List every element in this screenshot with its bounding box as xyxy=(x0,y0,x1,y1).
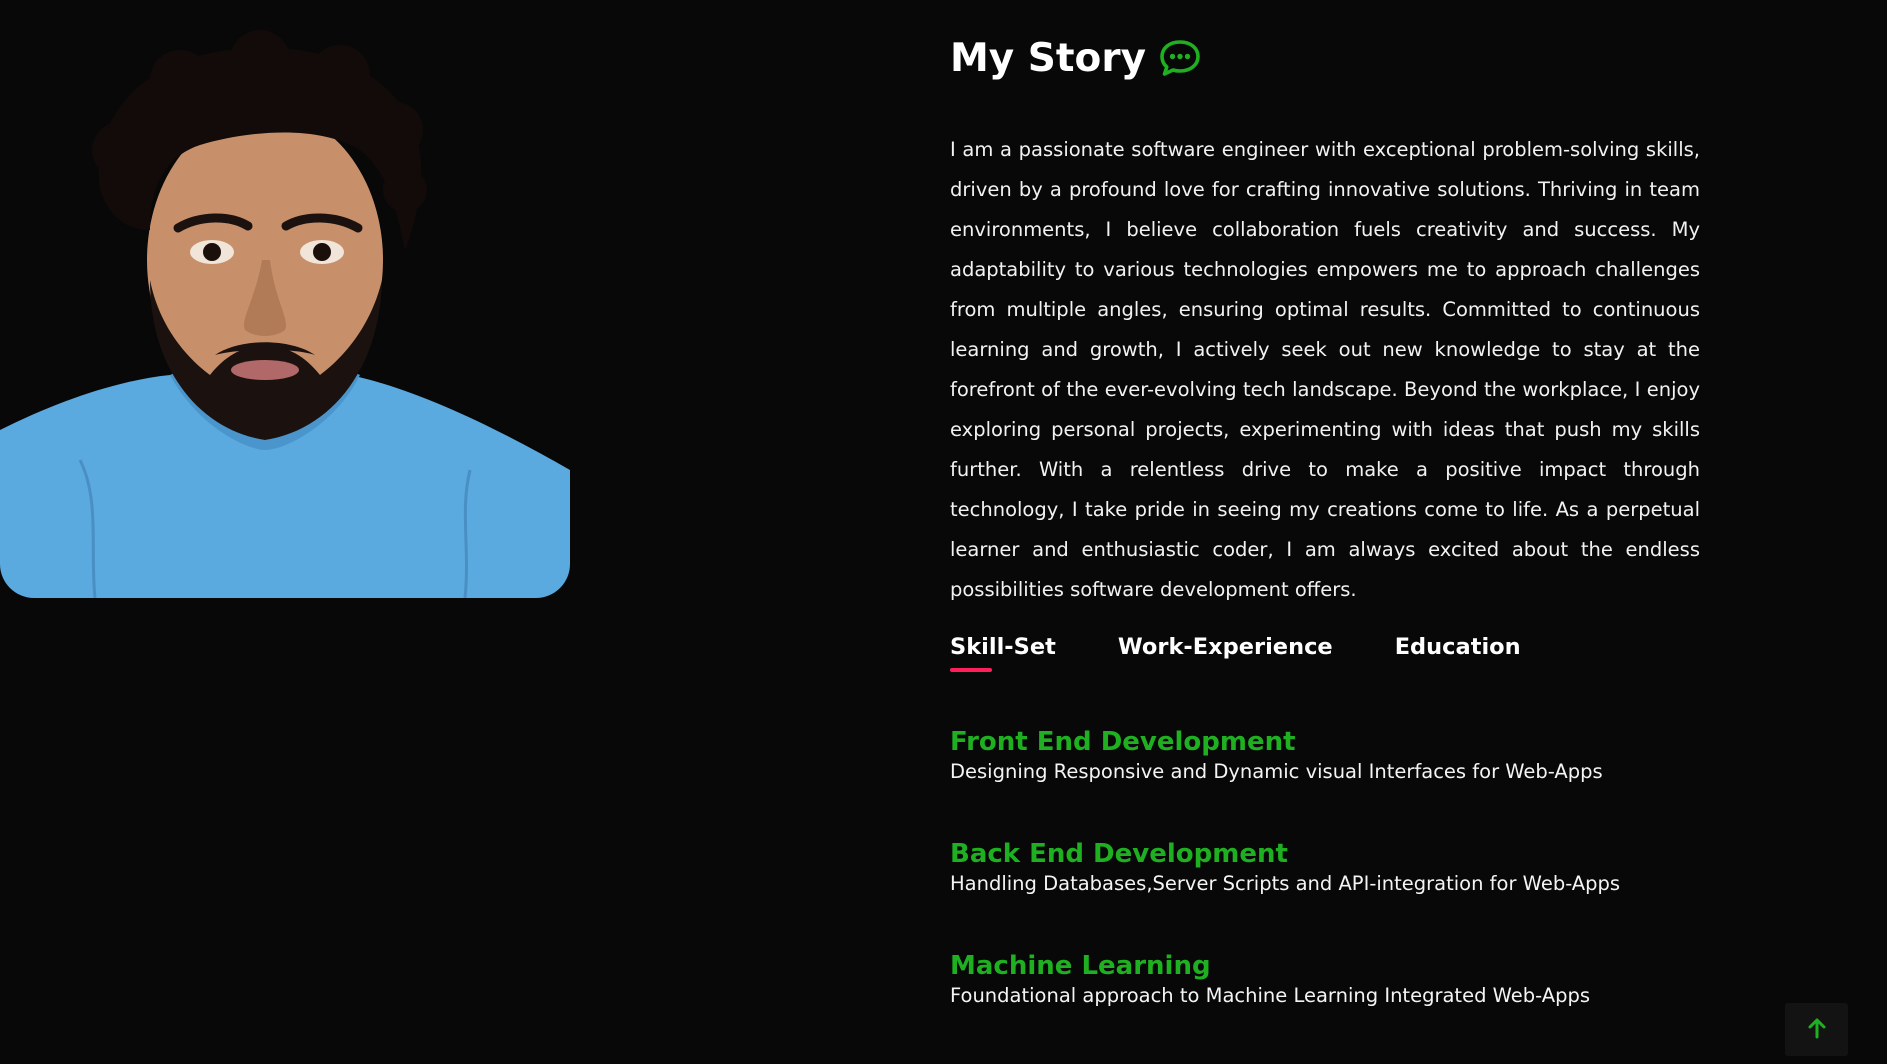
skills-list: Front End Development Designing Responsi… xyxy=(950,726,1700,1010)
tab-education[interactable]: Education xyxy=(1395,630,1521,680)
skill-item: Back End Development Handling Databases,… xyxy=(950,838,1700,898)
back-to-top-button[interactable] xyxy=(1785,1003,1848,1056)
skill-title: Machine Learning xyxy=(950,950,1211,981)
story-heading: My Story xyxy=(950,28,1700,88)
story-paragraph: I am a passionate software engineer with… xyxy=(950,138,1700,601)
arrow-up-icon xyxy=(1807,1017,1827,1043)
skill-description: Foundational approach to Machine Learnin… xyxy=(950,983,1591,1007)
tab-work-experience[interactable]: Work-Experience xyxy=(1118,630,1333,680)
story-section: My Story I am a passionate software engi… xyxy=(950,28,1700,1062)
skill-description: Handling Databases,Server Scripts and AP… xyxy=(950,871,1621,895)
skill-title: Back End Development xyxy=(950,838,1288,869)
tab-bar: Skill-Set Work-Experience Education xyxy=(950,630,1700,680)
about-section: My Story I am a passionate software engi… xyxy=(0,0,1887,1064)
skill-item: Machine Learning Foundational approach t… xyxy=(950,950,1700,1010)
skill-item: Front End Development Designing Responsi… xyxy=(950,726,1700,786)
tab-skill-set[interactable]: Skill-Set xyxy=(950,630,1056,680)
story-title: My Story xyxy=(950,35,1146,81)
skill-title: Front End Development xyxy=(950,726,1296,757)
skill-description: Designing Responsive and Dynamic visual … xyxy=(950,759,1603,783)
profile-photo xyxy=(0,30,570,598)
chat-bubble-icon xyxy=(1158,38,1202,78)
